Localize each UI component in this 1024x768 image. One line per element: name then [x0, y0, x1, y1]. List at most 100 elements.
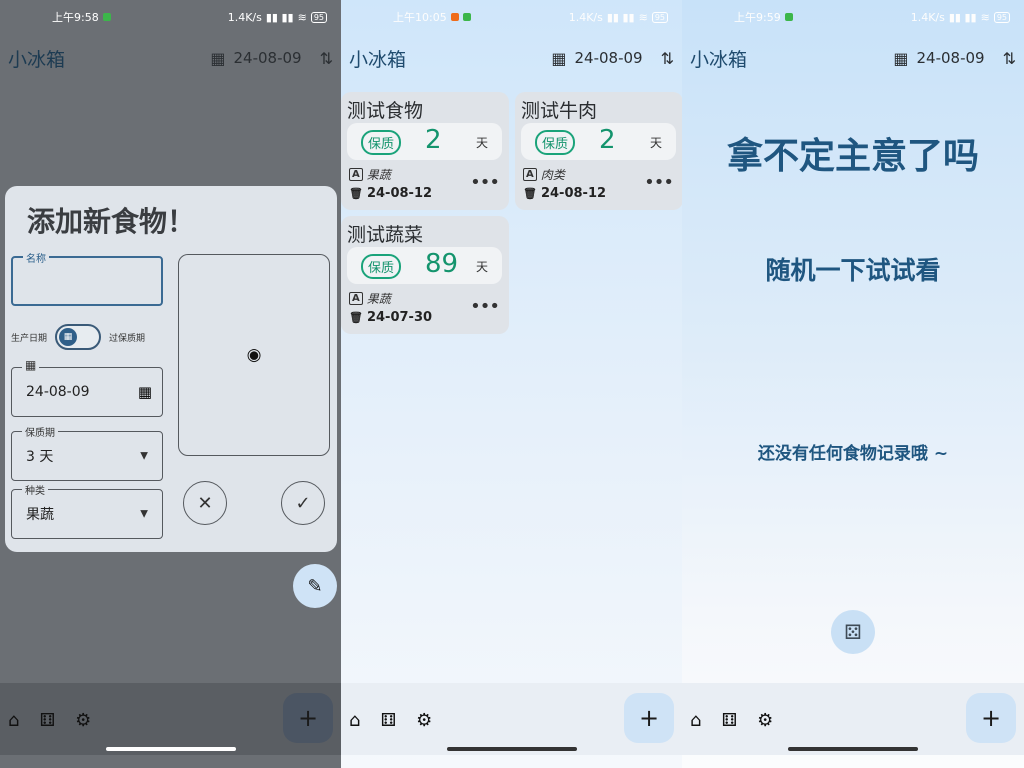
current-date[interactable]: 24-08-09 [575, 49, 643, 67]
edit-calendar-icon[interactable]: ▦ [138, 383, 152, 401]
cancel-button[interactable]: ✕ [183, 481, 227, 525]
chevron-down-icon: ▼ [140, 508, 148, 520]
calendar-icon: ▦ [22, 358, 40, 372]
food-card[interactable]: 测试食物 保质 2 天 A 果蔬 🗑 24-08-12 ••• [341, 92, 509, 210]
days-left: 89 [425, 249, 459, 279]
current-date[interactable]: 24-08-09 [917, 49, 985, 67]
battery-icon: 95 [310, 11, 327, 23]
status-bar: 上午9:58 1.4K/s ▮▮ ▮▮ ≋ 95 [0, 0, 341, 34]
app-title: 小冰箱 [349, 48, 407, 71]
sort-icon[interactable]: ⇅ [661, 49, 674, 68]
category-select[interactable]: 种类 果蔬 ▼ [11, 482, 163, 539]
add-button[interactable]: + [283, 693, 333, 743]
more-icon[interactable]: ••• [644, 172, 674, 193]
food-card[interactable]: 测试牛肉 保质 2 天 A 肉类 🗑 24-08-12 ••• [515, 92, 682, 210]
random-dice-button[interactable]: ⚄ [831, 610, 875, 654]
dice-icon[interactable]: ⚅ [721, 710, 737, 731]
home-indicator [446, 747, 577, 751]
bottom-nav: ⌂ ⚅ ⚙ + [0, 683, 341, 755]
settings-icon[interactable]: ⚙ [75, 710, 91, 731]
toggle-right-label: 过保质期 [109, 333, 146, 344]
home-icon[interactable]: ⌂ [349, 710, 360, 731]
add-button[interactable]: + [624, 693, 674, 743]
sort-icon[interactable]: ⇅ [1003, 49, 1016, 68]
name-label: 名称 [23, 250, 49, 265]
add-icon: + [297, 704, 319, 732]
category-icon: A [349, 168, 363, 181]
food-category: 果蔬 [366, 168, 391, 182]
signal-icon: ▮▮ ▮▮ [606, 10, 635, 24]
expire-date: 24-07-30 [366, 310, 433, 325]
calendar-icon[interactable]: ▦ [893, 49, 908, 68]
wifi-icon: ≋ [297, 10, 307, 24]
trash-icon: 🗑 [523, 187, 537, 200]
home-icon[interactable]: ⌂ [8, 710, 19, 731]
status-bar: 上午10:05 1.4K/s ▮▮ ▮▮ ≋ 95 [341, 0, 682, 34]
add-food-dialog: 添加新食物！ 名称 生产日期 ▦ 过保质期 ▦ 24-08-09 ▦ 保质期 3… [5, 186, 337, 552]
settings-icon[interactable]: ⚙ [416, 710, 432, 731]
app-bar: 小冰箱 ▦ 24-08-09 ⇅ [8, 40, 333, 76]
shelf-life-select[interactable]: 保质期 3 天 ▼ [11, 424, 163, 481]
empty-message: 还没有任何食物记录哦 ~ [757, 444, 949, 464]
status-time: 上午9:59 [734, 11, 781, 24]
signal-icon: ▮▮ ▮▮ [948, 10, 977, 24]
date-value: 24-08-09 [26, 384, 90, 400]
edit-icon: ✎ [307, 575, 323, 597]
category-icon: A [349, 292, 363, 305]
edit-fab[interactable]: ✎ [293, 564, 337, 608]
home-indicator [105, 747, 236, 751]
status-speed: 1.4K/s [910, 10, 945, 24]
name-input[interactable]: 名称 [11, 250, 163, 306]
days-left: 2 [599, 125, 616, 155]
days-left: 2 [425, 125, 442, 155]
shelf-badge: 保质 [535, 130, 576, 155]
more-icon[interactable]: ••• [470, 172, 500, 193]
home-icon[interactable]: ⌂ [690, 710, 701, 731]
date-mode-row: 生产日期 ▦ 过保质期 [11, 324, 171, 350]
random-headline: 拿不定主意了吗 [726, 136, 979, 177]
calendar-icon: ▦ [59, 328, 78, 346]
date-mode-toggle[interactable]: ▦ [55, 324, 102, 350]
food-name: 测试食物 [347, 100, 424, 122]
dice-icon[interactable]: ⚅ [39, 710, 55, 731]
calendar-icon[interactable]: ▦ [210, 49, 225, 68]
random-screen: 上午9:59 1.4K/s ▮▮ ▮▮ ≋ 95 小冰箱 ▦ 24-08-09 ⇅ 拿… [682, 0, 1024, 768]
status-bar: 上午9:59 1.4K/s ▮▮ ▮▮ ≋ 95 [682, 0, 1024, 34]
add-button[interactable]: + [966, 693, 1016, 743]
battery-icon: 95 [651, 11, 668, 23]
days-unit: 天 [649, 136, 662, 150]
dice-icon[interactable]: ⚅ [380, 710, 396, 731]
date-input[interactable]: ▦ 24-08-09 ▦ [11, 358, 163, 417]
shelf-life-pill: 保质 2 天 [521, 123, 676, 160]
sort-icon[interactable]: ⇅ [320, 49, 333, 68]
photo-picker[interactable]: ◉ [178, 254, 330, 456]
dialog-title: 添加新食物！ [27, 205, 196, 238]
more-icon[interactable]: ••• [470, 296, 500, 317]
trash-icon: 🗑 [349, 311, 363, 324]
notification-icon [450, 13, 459, 21]
app-bar: 小冰箱 ▦ 24-08-09 ⇅ [690, 40, 1016, 76]
confirm-button[interactable]: ✓ [281, 481, 325, 525]
add-icon: + [980, 704, 1002, 732]
days-unit: 天 [475, 260, 488, 274]
shelf-badge: 保质 [361, 254, 402, 279]
shelf-life-pill: 保质 2 天 [347, 123, 502, 160]
wifi-icon: ≋ [638, 10, 648, 24]
trash-icon: 🗑 [349, 187, 363, 200]
add-food-screen: 上午9:58 1.4K/s ▮▮ ▮▮ ≋ 95 小冰箱 ▦ 24-08-09 ⇅ 添… [0, 0, 341, 768]
settings-icon[interactable]: ⚙ [757, 710, 773, 731]
current-date[interactable]: 24-08-09 [234, 49, 302, 67]
status-speed: 1.4K/s [227, 10, 262, 24]
bottom-nav: ⌂ ⚅ ⚙ + [341, 683, 682, 755]
expire-date: 24-08-12 [366, 186, 433, 201]
calendar-icon[interactable]: ▦ [551, 49, 566, 68]
notification-icon [462, 13, 471, 21]
close-icon: ✕ [197, 492, 213, 514]
food-name: 测试牛肉 [521, 100, 598, 122]
app-bar: 小冰箱 ▦ 24-08-09 ⇅ [349, 40, 674, 76]
status-time: 上午9:58 [52, 11, 99, 24]
camera-icon: ◉ [246, 345, 262, 365]
chevron-down-icon: ▼ [140, 450, 148, 462]
food-list-screen: 上午10:05 1.4K/s ▮▮ ▮▮ ≋ 95 小冰箱 ▦ 24-08-09 ⇅ … [341, 0, 682, 768]
food-card[interactable]: 测试蔬菜 保质 89 天 A 果蔬 🗑 24-07-30 ••• [341, 216, 509, 334]
